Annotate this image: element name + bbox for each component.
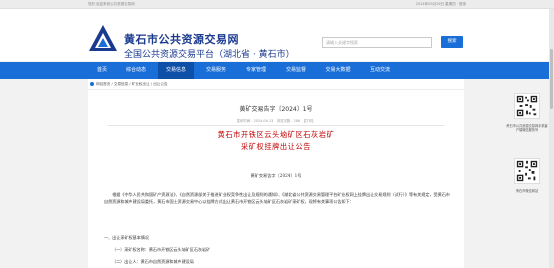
home-icon [90, 82, 94, 86]
qr-caption-wechat: 黄石市微信网站 [515, 189, 539, 193]
article-title: 黄矿交易告字〔2024〕1号 [239, 106, 313, 113]
nav-item-experts[interactable]: 专家管理 [238, 62, 274, 79]
nav-item-supervision[interactable]: 交易监督 [278, 62, 314, 79]
article-meta: 发布时间：2024-09-13 浏览次数：286 【打印】 [236, 119, 316, 123]
top-bar: 您好,欢迎来到公共资源交易网 2024年09月26日 星期四 · 登录 [0, 0, 554, 9]
nav-item-big-data[interactable]: 交易大数据 [318, 62, 358, 79]
nav-item-news[interactable]: 综合动态 [120, 62, 152, 79]
section-heading: 一、出让采矿权基本情况 [104, 235, 150, 240]
doc-number: 黄矿交易告字〔2024〕1号 [250, 173, 302, 178]
qr-caption-app: 黄石市公共资源交易网手机客户端微信服务号 [506, 124, 548, 133]
doc-title-line-1: 黄石市开铁区云头垴矿区石灰岩矿 [217, 130, 335, 139]
qr-code-icon [514, 93, 540, 119]
doc-title-line-2: 采矿权挂牌出让公告 [240, 142, 312, 151]
divider [108, 125, 444, 126]
nav-item-interaction[interactable]: 互动交流 [362, 62, 398, 79]
search-button[interactable]: 搜索 [441, 36, 463, 48]
main-nav: 首页 综合动态 交易信息 交易服务 专家管理 交易监督 交易大数据 互动交流 [0, 62, 554, 79]
welcome-text: 您好,欢迎来到公共资源交易网 [88, 2, 135, 6]
item-transferor: （二）出让人：黄石市自然资源和城乡建设局 [112, 259, 194, 264]
qr-code-icon [514, 158, 540, 184]
nav-item-home[interactable]: 首页 [88, 62, 116, 79]
nav-item-trade-info[interactable]: 交易信息 [158, 62, 194, 79]
search-input[interactable]: 请输入关键字搜索 [322, 37, 432, 48]
intro-paragraph: 根据《中华人民共和国矿产资源法》、《自然资源部关于推进矿业权竞争性出让及规则的通… [104, 192, 450, 205]
breadcrumb: 网站首页 / 交易信息 / 矿业权出让 / 出让公告 [88, 79, 464, 90]
scrollbar-thumb[interactable] [550, 49, 553, 109]
item-name: （一）采矿权名称：黄石市开铁区云头垴矿区石灰岩矿 [112, 247, 211, 252]
article: 黄矿交易告字〔2024〕1号 发布时间：2024-09-13 浏览次数：286 … [88, 90, 464, 268]
site-subtitle: 全国公共资源交易平台（湖北省 · 黄石市） [124, 50, 295, 60]
breadcrumb-text[interactable]: 网站首页 / 交易信息 / 矿业权出让 / 出让公告 [96, 82, 168, 86]
scrollbar[interactable] [549, 9, 554, 268]
site-title[interactable]: 黄石市公共资源交易网 [124, 31, 239, 47]
site-logo-icon[interactable] [88, 23, 118, 53]
site-header: 黄石市公共资源交易网 全国公共资源交易平台（湖北省 · 黄石市） 请输入关键字搜… [0, 9, 554, 61]
nav-item-trade-service[interactable]: 交易服务 [198, 62, 234, 79]
top-links[interactable]: 2024年09月26日 星期四 · 登录 [416, 2, 466, 7]
